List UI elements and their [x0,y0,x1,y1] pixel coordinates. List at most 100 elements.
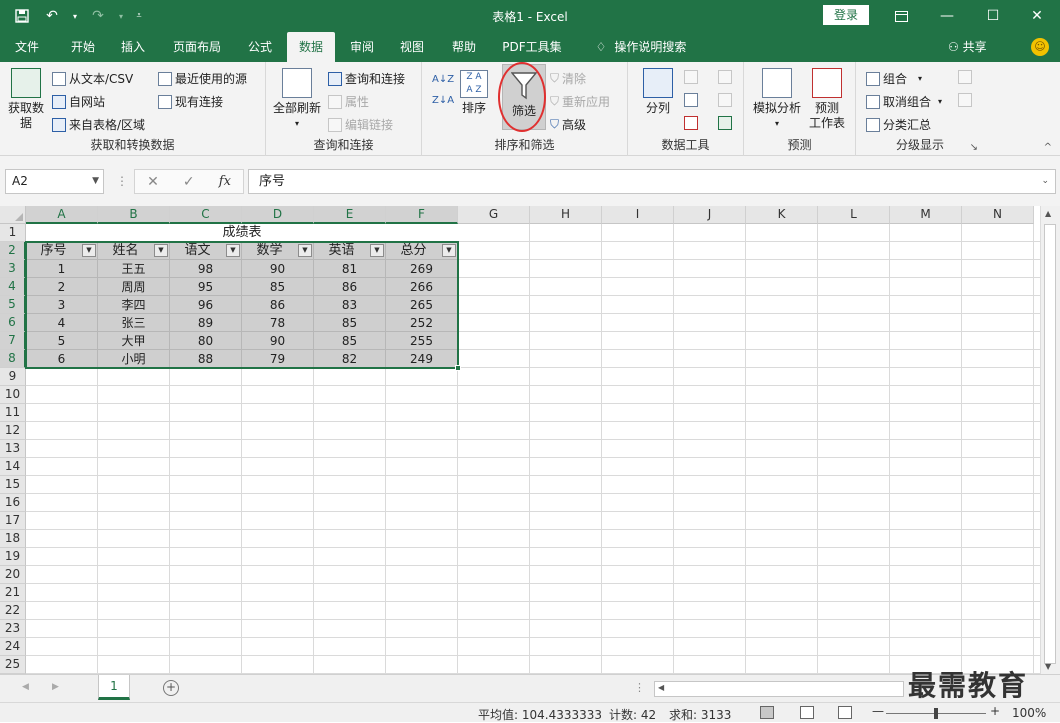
table-cell[interactable]: 82 [314,350,386,368]
column-header-n[interactable]: N [962,206,1034,224]
queries-connections-button[interactable]: 查询和连接 [328,70,405,87]
prev-sheet-icon[interactable]: ◀ [22,682,29,692]
sort-button[interactable]: Z AA Z 排序 [456,70,492,116]
login-button[interactable]: 登录 [823,5,869,25]
manage-data-model-icon[interactable] [718,116,732,130]
formula-input[interactable]: 序号 ⌄ [248,169,1056,194]
filter-dropdown-icon[interactable]: ▼ [298,244,312,257]
column-header-b[interactable]: B [98,206,170,224]
name-box[interactable]: A2 ▼ [5,169,104,194]
table-cell[interactable]: 249 [386,350,458,368]
sheet-tab-1[interactable]: 1 [98,675,130,700]
table-cell[interactable]: 85 [314,314,386,332]
tab-page-layout[interactable]: 页面布局 [164,32,230,62]
table-cell[interactable]: 265 [386,296,458,314]
close-icon[interactable]: ✕ [1014,0,1060,32]
tab-insert[interactable]: 插入 [112,32,154,62]
table-cell[interactable]: 张三 [98,314,170,332]
zoom-slider-thumb[interactable] [934,708,938,719]
filter-dropdown-icon[interactable]: ▼ [370,244,384,257]
maximize-icon[interactable]: ☐ [970,0,1016,32]
fill-handle[interactable] [455,365,461,371]
tab-view[interactable]: 视图 [390,32,434,62]
get-data-button[interactable]: 获取数 据 [4,68,48,131]
consolidate-icon[interactable] [718,70,732,84]
tab-formulas[interactable]: 公式 [238,32,282,62]
table-cell[interactable]: 6 [26,350,98,368]
filter-dropdown-icon[interactable]: ▼ [82,244,96,257]
edit-links-button[interactable]: 编辑链接 [328,116,393,133]
zoom-in-icon[interactable]: + [990,704,1000,718]
collapse-ribbon-icon[interactable]: ^ [1044,142,1052,153]
tab-help[interactable]: 帮助 [442,32,486,62]
table-cell[interactable]: 85 [314,332,386,350]
filter-dropdown-icon[interactable]: ▼ [226,244,240,257]
group-button[interactable]: 组合 ▾ [866,70,922,87]
column-header-i[interactable]: I [602,206,674,224]
filter-dropdown-icon[interactable]: ▼ [154,244,168,257]
table-cell[interactable]: 88 [170,350,242,368]
table-cell[interactable]: 85 [242,278,314,296]
remove-duplicates-icon[interactable] [684,93,698,107]
advanced-filter-button[interactable]: ⛉ 高级 [550,116,586,133]
outline-settings-icon[interactable]: ↘ [970,142,978,153]
column-header-h[interactable]: H [530,206,602,224]
table-cell[interactable]: 95 [170,278,242,296]
recent-sources-button[interactable]: 最近使用的源 [158,70,247,87]
tab-split-handle-icon[interactable]: ⋮ [634,681,645,694]
table-cell[interactable]: 1 [26,260,98,278]
row-header-13[interactable]: 13 [0,440,26,458]
column-header-e[interactable]: E [314,206,386,224]
vertical-scrollbar[interactable]: ▲ ▼ [1040,206,1060,674]
table-cell[interactable]: 78 [242,314,314,332]
row-header-8[interactable]: 8 [0,350,26,368]
row-header-16[interactable]: 16 [0,494,26,512]
row-header-20[interactable]: 20 [0,566,26,584]
table-cell[interactable]: 81 [314,260,386,278]
existing-connections-button[interactable]: 现有连接 [158,93,223,110]
cancel-icon[interactable]: ✕ [147,174,159,190]
next-sheet-icon[interactable]: ▶ [52,682,59,692]
row-header-10[interactable]: 10 [0,386,26,404]
row-header-2[interactable]: 2 [0,242,26,260]
tab-file[interactable]: 文件 [6,32,48,62]
reapply-button[interactable]: ⛉ 重新应用 [550,93,610,110]
table-cell[interactable]: 252 [386,314,458,332]
table-cell[interactable]: 小明 [98,350,170,368]
sort-descending-icon[interactable]: Z↓A [432,95,454,106]
forecast-sheet-button[interactable]: 预测 工作表 [806,68,848,131]
vertical-scroll-thumb[interactable] [1044,224,1056,664]
table-cell[interactable]: 89 [170,314,242,332]
table-cell[interactable]: 2 [26,278,98,296]
column-header-f[interactable]: F [386,206,458,224]
row-header-19[interactable]: 19 [0,548,26,566]
row-header-22[interactable]: 22 [0,602,26,620]
filter-dropdown-icon[interactable]: ▼ [442,244,456,257]
row-header-11[interactable]: 11 [0,404,26,422]
show-detail-icon[interactable] [958,70,972,84]
from-table-button[interactable]: 来自表格/区域 [52,116,145,133]
tab-data[interactable]: 数据 [287,32,335,62]
table-cell[interactable]: 83 [314,296,386,314]
ribbon-display-options-icon[interactable] [878,0,924,32]
share-button[interactable]: ⚇ 共享 [948,32,987,62]
table-cell[interactable]: 90 [242,260,314,278]
what-if-analysis-button[interactable]: 模拟分析 ▾ [750,68,804,131]
zoom-level[interactable]: 100% [1012,706,1046,720]
text-to-columns-button[interactable]: 分列 [638,68,678,116]
data-table[interactable]: 序号 ▼ 姓名 ▼ 语文 ▼ 数学 ▼ 英语 ▼ 总分 ▼ 1 王五 98 90 81 269 2 周周 95 85 86 2… [26,242,458,368]
horizontal-scrollbar[interactable]: ◀ [654,681,904,697]
scroll-down-icon[interactable]: ▼ [1045,662,1051,671]
scroll-up-icon[interactable]: ▲ [1045,209,1051,218]
row-header-6[interactable]: 6 [0,314,26,332]
sort-ascending-icon[interactable]: A↓Z [432,74,454,85]
page-break-view-icon[interactable] [838,706,852,719]
clear-filter-button[interactable]: ⛉ 清除 [550,70,586,87]
tab-review[interactable]: 审阅 [340,32,384,62]
row-header-14[interactable]: 14 [0,458,26,476]
row-header-9[interactable]: 9 [0,368,26,386]
from-text-csv-button[interactable]: 从文本/CSV [52,70,133,87]
insert-function-icon[interactable]: fx [219,174,231,189]
subtotal-button[interactable]: 分类汇总 [866,116,931,133]
relationships-icon[interactable] [718,93,732,107]
